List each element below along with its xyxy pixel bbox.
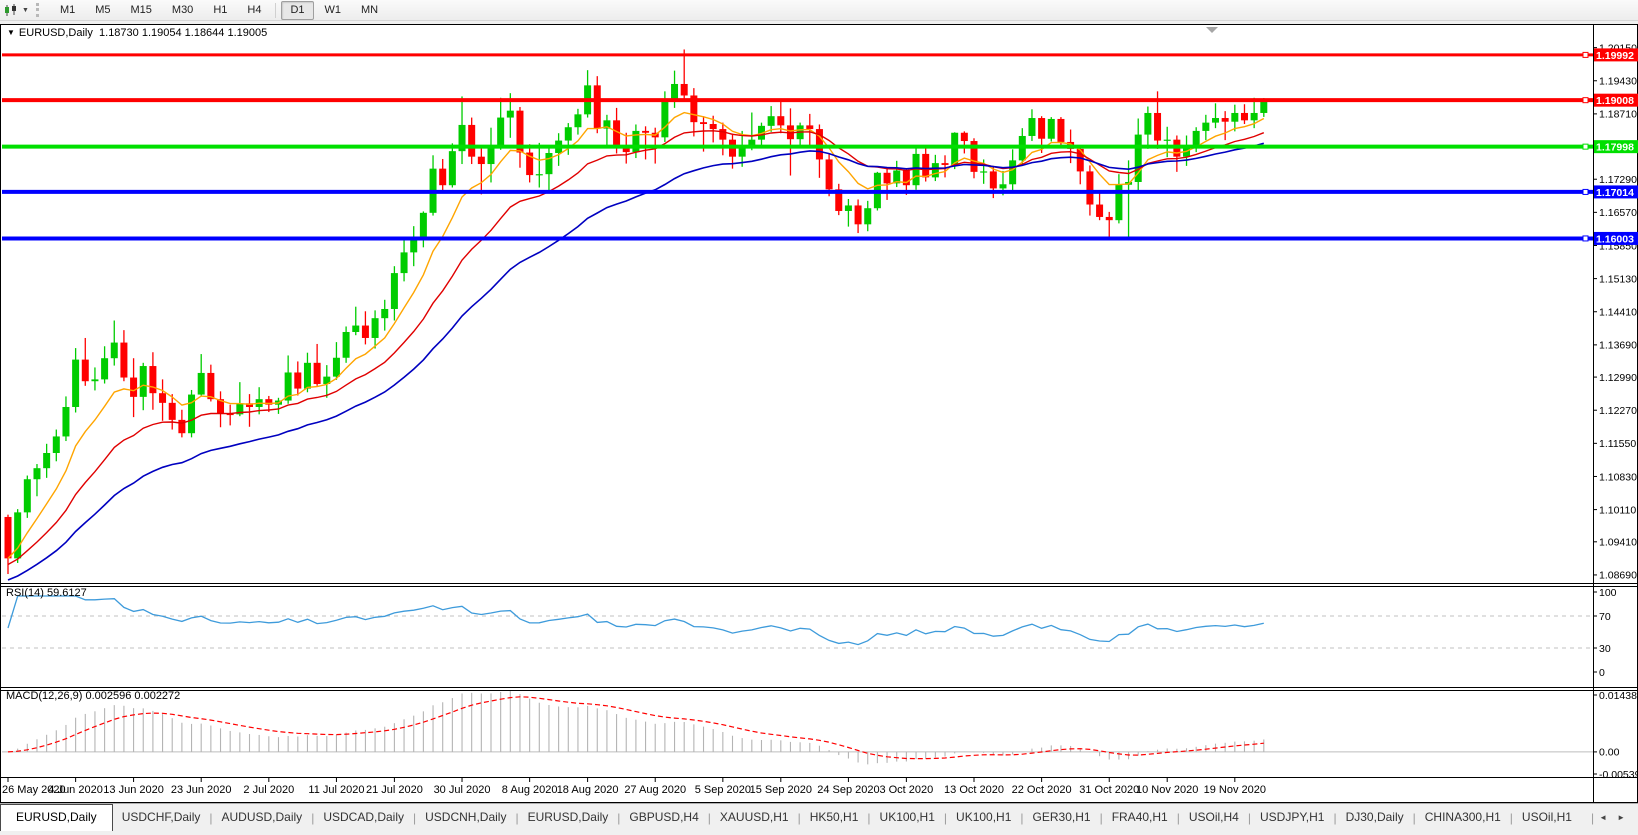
svg-text:1.17290: 1.17290 — [1599, 174, 1637, 186]
svg-text:1.19430: 1.19430 — [1599, 76, 1637, 88]
timeframe-button-h4[interactable]: H4 — [238, 1, 270, 20]
svg-text:1.12270: 1.12270 — [1599, 405, 1637, 417]
tab-xauusd-h1[interactable]: XAUUSD,H1 — [711, 804, 798, 831]
tab-usoil-h1[interactable]: USOil,H1 — [1513, 804, 1581, 831]
svg-text:1.16570: 1.16570 — [1599, 207, 1637, 219]
svg-text:0.00: 0.00 — [1599, 747, 1620, 759]
tab-eurusd-daily[interactable]: EURUSD,Daily — [519, 804, 618, 831]
svg-text:19 Nov 2020: 19 Nov 2020 — [1204, 784, 1266, 796]
svg-text:1.10830: 1.10830 — [1599, 471, 1637, 483]
timeframe-button-mn[interactable]: MN — [352, 1, 387, 20]
svg-text:22 Oct 2020: 22 Oct 2020 — [1012, 784, 1072, 796]
tab-audusd-daily[interactable]: AUDUSD,Daily — [213, 804, 312, 831]
svg-text:0.014384: 0.014384 — [1599, 690, 1638, 702]
chart-tab-bar: EURUSD,Daily USDCHF,Daily | AUDUSD,Daily | US… — [0, 803, 1638, 831]
dropdown-caret-icon: ▼ — [22, 6, 29, 14]
svg-text:70: 70 — [1599, 611, 1611, 623]
tab-usdchf-daily[interactable]: USDCHF,Daily — [113, 804, 210, 831]
tab-gbpusd-h4[interactable]: GBPUSD,H4 — [620, 804, 707, 831]
svg-text:13 Oct 2020: 13 Oct 2020 — [944, 784, 1004, 796]
tab-usdjpy-h1[interactable]: USDJPY,H1 — [1251, 804, 1333, 831]
svg-text:31 Oct 2020: 31 Oct 2020 — [1079, 784, 1139, 796]
svg-text:1.16003: 1.16003 — [1596, 233, 1634, 245]
mt4-window: ▼ M1M5M15M30H1H4D1W1MN 1.201501.194301.1… — [0, 0, 1638, 835]
svg-text:1.13690: 1.13690 — [1599, 340, 1637, 352]
tab-hk50-h1[interactable]: HK50,H1 — [801, 804, 868, 831]
svg-text:5 Sep 2020: 5 Sep 2020 — [695, 784, 751, 796]
timeframe-button-w1[interactable]: W1 — [316, 1, 351, 20]
svg-text:1.14410: 1.14410 — [1599, 307, 1637, 319]
svg-text:100: 100 — [1599, 587, 1617, 599]
svg-text:1.09410: 1.09410 — [1599, 537, 1637, 549]
timeframe-button-m30[interactable]: M30 — [163, 1, 202, 20]
svg-text:4 Jun 2020: 4 Jun 2020 — [48, 784, 102, 796]
tab-scroll-right-button[interactable]: ► — [1612, 810, 1630, 825]
svg-text:1.17014: 1.17014 — [1596, 187, 1634, 199]
tab-usoil-h4[interactable]: USOil,H4 — [1180, 804, 1248, 831]
timeframe-button-d1[interactable]: D1 — [281, 0, 314, 20]
tab-uk100-h1[interactable]: UK100,H1 — [871, 804, 944, 831]
svg-text:30 Jul 2020: 30 Jul 2020 — [434, 784, 491, 796]
svg-text:-0.005396: -0.005396 — [1599, 769, 1638, 781]
svg-text:10 Nov 2020: 10 Nov 2020 — [1136, 784, 1198, 796]
timeframe-button-m5[interactable]: M5 — [86, 1, 119, 20]
timeframe-button-h1[interactable]: H1 — [204, 1, 236, 20]
svg-text:1.12990: 1.12990 — [1599, 372, 1637, 384]
svg-text:27 Aug 2020: 27 Aug 2020 — [624, 784, 686, 796]
tab-eurusd-daily[interactable]: EURUSD,Daily — [0, 804, 113, 831]
timeframe-button-m15[interactable]: M15 — [122, 1, 161, 20]
svg-text:3 Oct 2020: 3 Oct 2020 — [879, 784, 933, 796]
svg-text:11 Jul 2020: 11 Jul 2020 — [308, 784, 364, 796]
tab-dj30-daily[interactable]: DJ30,Daily — [1337, 804, 1413, 831]
svg-text:1.08690: 1.08690 — [1599, 570, 1637, 582]
svg-text:30: 30 — [1599, 643, 1611, 655]
svg-text:1.11550: 1.11550 — [1599, 438, 1636, 450]
timeframe-toolbar: ▼ M1 M5 M15 M30 H1 H4 D1 W1 MN — [0, 0, 1638, 21]
svg-text:18 Aug 2020: 18 Aug 2020 — [557, 784, 619, 796]
svg-text:1.19992: 1.19992 — [1596, 50, 1634, 62]
toolbar-separator — [275, 2, 277, 18]
svg-text:23 Jun 2020: 23 Jun 2020 — [171, 784, 232, 796]
svg-text:1.15130: 1.15130 — [1599, 273, 1637, 285]
timeframe-buttons: M1 M5 M15 M30 H1 H4 D1 W1 MN — [50, 0, 388, 20]
tab-fra40-h1[interactable]: FRA40,H1 — [1103, 804, 1177, 831]
tab-uk100-h1[interactable]: UK100,H1 — [947, 804, 1020, 831]
svg-text:21 Jul 2020: 21 Jul 2020 — [366, 784, 423, 796]
svg-text:0: 0 — [1599, 667, 1605, 679]
svg-text:1.19008: 1.19008 — [1596, 95, 1634, 107]
chart-window: 1.201501.194301.187101.172901.165701.158… — [0, 24, 1638, 803]
tab-usdcnh-daily[interactable]: USDCNH,Daily — [416, 804, 515, 831]
svg-text:1.17998: 1.17998 — [1596, 142, 1634, 154]
svg-text:13 Jun 2020: 13 Jun 2020 — [103, 784, 164, 796]
svg-text:1.10110: 1.10110 — [1599, 504, 1636, 516]
svg-text:24 Sep 2020: 24 Sep 2020 — [817, 784, 879, 796]
toolbar-grip[interactable] — [35, 3, 43, 17]
candlestick-chart-icon — [5, 3, 16, 16]
tab-usdcad-daily[interactable]: USDCAD,Daily — [314, 804, 413, 831]
svg-text:15 Sep 2020: 15 Sep 2020 — [750, 784, 812, 796]
tab-china300-h1[interactable]: CHINA300,H1 — [1416, 804, 1510, 831]
tab-scroll-nav: | ◄ ► — [1591, 804, 1638, 831]
chart-type-button[interactable]: ▼ — [0, 3, 33, 18]
svg-text:1.18710: 1.18710 — [1599, 109, 1637, 121]
chart-canvas[interactable]: 1.201501.194301.187101.172901.165701.158… — [0, 24, 1638, 803]
tab-scroll-left-button[interactable]: ◄ — [1594, 810, 1612, 825]
svg-text:2 Jul 2020: 2 Jul 2020 — [243, 784, 294, 796]
tab-ger30-h1[interactable]: GER30,H1 — [1024, 804, 1100, 831]
svg-text:8 Aug 2020: 8 Aug 2020 — [502, 784, 558, 796]
timeframe-button-m1[interactable]: M1 — [51, 1, 84, 20]
